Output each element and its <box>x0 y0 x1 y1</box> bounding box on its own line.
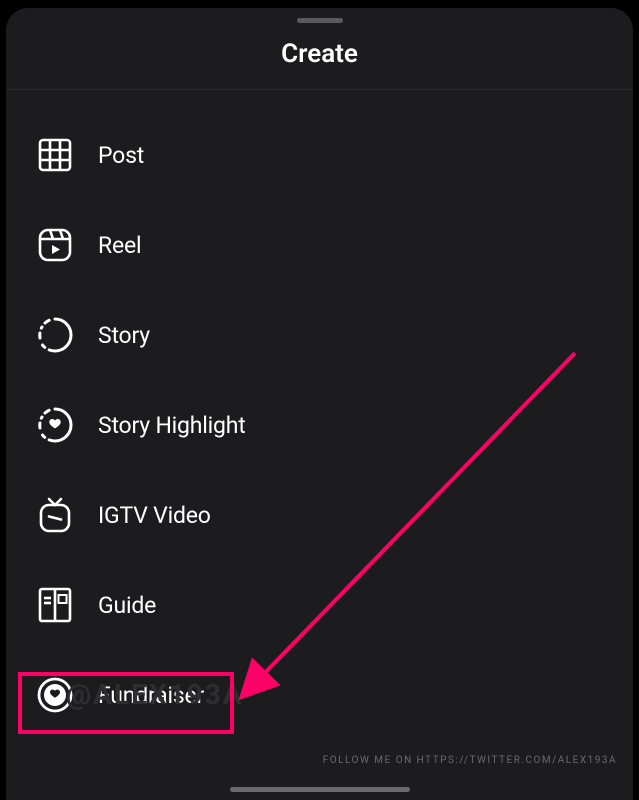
option-post[interactable]: Post <box>6 110 633 200</box>
story-highlight-icon <box>34 404 76 446</box>
create-sheet: Create Post <box>6 8 633 800</box>
igtv-icon <box>34 494 76 536</box>
sheet-title: Create <box>6 23 633 89</box>
option-fundraiser[interactable]: Fundraiser <box>6 650 633 740</box>
fundraiser-icon <box>34 674 76 716</box>
grid-icon <box>34 134 76 176</box>
option-label: IGTV Video <box>98 502 211 529</box>
story-icon <box>34 314 76 356</box>
option-reel[interactable]: Reel <box>6 200 633 290</box>
option-label: Post <box>98 142 144 169</box>
option-label: Story <box>98 322 150 349</box>
home-indicator[interactable] <box>230 787 410 792</box>
option-story[interactable]: Story <box>6 290 633 380</box>
option-label: Guide <box>98 592 156 619</box>
option-label: Story Highlight <box>98 412 246 439</box>
option-label: Fundraiser <box>98 682 204 709</box>
option-story-highlight[interactable]: Story Highlight <box>6 380 633 470</box>
credit-text: FOLLOW ME ON HTTPS://TWITTER.COM/ALEX193… <box>323 755 617 766</box>
create-options-list: Post Reel <box>6 90 633 740</box>
reel-icon <box>34 224 76 266</box>
guide-icon <box>34 584 76 626</box>
option-igtv[interactable]: IGTV Video <box>6 470 633 560</box>
option-label: Reel <box>98 232 141 259</box>
option-guide[interactable]: Guide <box>6 560 633 650</box>
